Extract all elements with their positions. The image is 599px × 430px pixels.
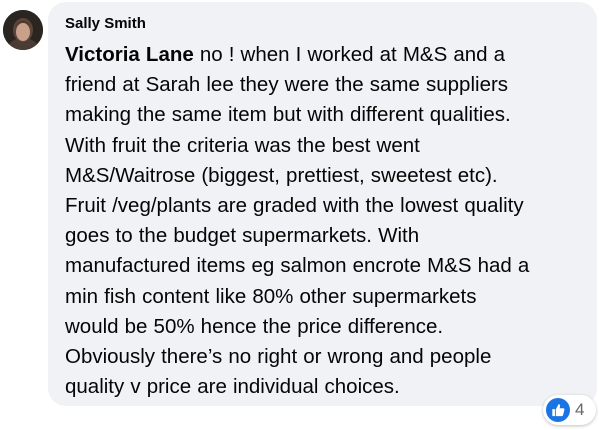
reaction-count: 4 — [575, 400, 585, 419]
avatar[interactable] — [3, 10, 43, 50]
comment-line: quality v price are individual choices. — [65, 375, 400, 399]
mention-link[interactable]: Victoria Lane — [65, 43, 194, 66]
like-icon — [546, 398, 570, 422]
comment-line: friend at Sarah lee they were the same s… — [65, 73, 509, 97]
comment-line: min fish content like 80% other supermar… — [65, 284, 477, 308]
comment-line: goes to the budget supermarkets. With — [65, 224, 420, 248]
comment-line: Victoria Lane no ! when I worked at M&S … — [65, 40, 583, 70]
comment-line: Obviously there’s no right or wrong and … — [65, 344, 492, 368]
comment-text: Victoria Lane no ! when I worked at M&S … — [65, 40, 583, 402]
comment-line: manufactured items eg salmon encrote M&S… — [65, 254, 530, 278]
comment-bubble: Sally Smith Victoria Lane no ! when I wo… — [48, 2, 597, 406]
comment-line: With fruit the criteria was the best wen… — [65, 133, 420, 157]
comment-line: would be 50% hence the price difference. — [65, 314, 444, 338]
comment-line-text: no ! when I worked at M&S and a — [193, 43, 506, 66]
comment-author[interactable]: Sally Smith — [65, 14, 583, 34]
comment-line: making the same item but with different … — [65, 103, 511, 127]
comment-line: M&S/Waitrose (biggest, prettiest, sweete… — [65, 163, 498, 187]
reaction-summary[interactable]: 4 — [543, 395, 596, 425]
comment-line: Fruit /veg/plants are graded with the lo… — [65, 193, 524, 217]
